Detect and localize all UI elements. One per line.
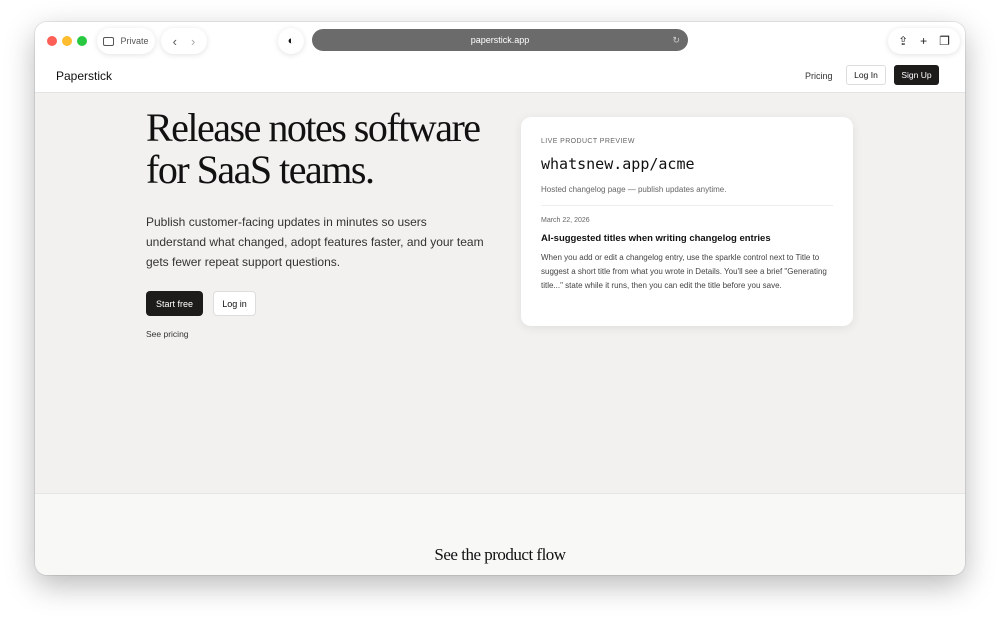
- nav-arrows: ‹ ›: [161, 28, 207, 54]
- entry-date: March 22, 2026: [541, 217, 590, 224]
- url-text: paperstick.app: [470, 35, 530, 45]
- sidebar-toggle[interactable]: Private: [97, 28, 155, 54]
- close-button[interactable]: [47, 36, 57, 46]
- maximize-button[interactable]: [77, 36, 87, 46]
- product-flow-section: See the product flow: [35, 493, 965, 575]
- site-nav: Paperstick Pricing Log In Sign Up: [35, 60, 965, 93]
- signup-button[interactable]: Sign Up: [894, 65, 939, 85]
- divider: [541, 205, 833, 206]
- pricing-link[interactable]: Pricing: [805, 71, 833, 81]
- preview-label: LIVE PRODUCT PREVIEW: [541, 138, 635, 145]
- section-title: See the product flow: [434, 545, 566, 564]
- toolbar-actions: ⇪ + ❐: [888, 28, 960, 54]
- preview-description: Hosted changelog page — publish updates …: [541, 185, 727, 194]
- address-bar[interactable]: paperstick.app ↻: [312, 29, 688, 51]
- brand-logo[interactable]: Paperstick: [56, 69, 112, 83]
- login-button[interactable]: Log In: [846, 65, 886, 85]
- tabs-icon[interactable]: ❐: [939, 34, 950, 48]
- reload-icon[interactable]: ↻: [672, 35, 680, 46]
- back-icon[interactable]: ‹: [173, 34, 177, 49]
- forward-icon[interactable]: ›: [191, 34, 195, 49]
- entry-body: When you add or edit a changelog entry, …: [541, 253, 827, 290]
- hero-subtitle: Publish customer-facing updates in minut…: [146, 215, 484, 269]
- browser-window: Private ‹ › ◐ paperstick.app ↻ ⇪ + ❐ Paperst…: [35, 22, 965, 575]
- hero-title: Release notes software for SaaS teams.: [146, 105, 481, 192]
- browser-toolbar: Private ‹ › ◐ paperstick.app ↻ ⇪ + ❐: [35, 22, 965, 60]
- share-icon[interactable]: ⇪: [898, 34, 908, 48]
- hero-login-button[interactable]: Log in: [213, 291, 256, 316]
- new-tab-icon[interactable]: +: [920, 34, 927, 48]
- shield-icon[interactable]: ◐: [278, 28, 304, 54]
- see-pricing-link[interactable]: See pricing: [146, 329, 189, 339]
- private-label: Private: [120, 36, 149, 46]
- preview-url: whatsnew.app/acme: [541, 155, 695, 173]
- minimize-button[interactable]: [62, 36, 72, 46]
- entry-title: AI-suggested titles when writing changel…: [541, 233, 771, 244]
- sidebar-icon: [103, 36, 115, 46]
- product-preview-card: LIVE PRODUCT PREVIEW whatsnew.app/acme H…: [521, 117, 853, 326]
- start-free-button[interactable]: Start free: [146, 291, 203, 316]
